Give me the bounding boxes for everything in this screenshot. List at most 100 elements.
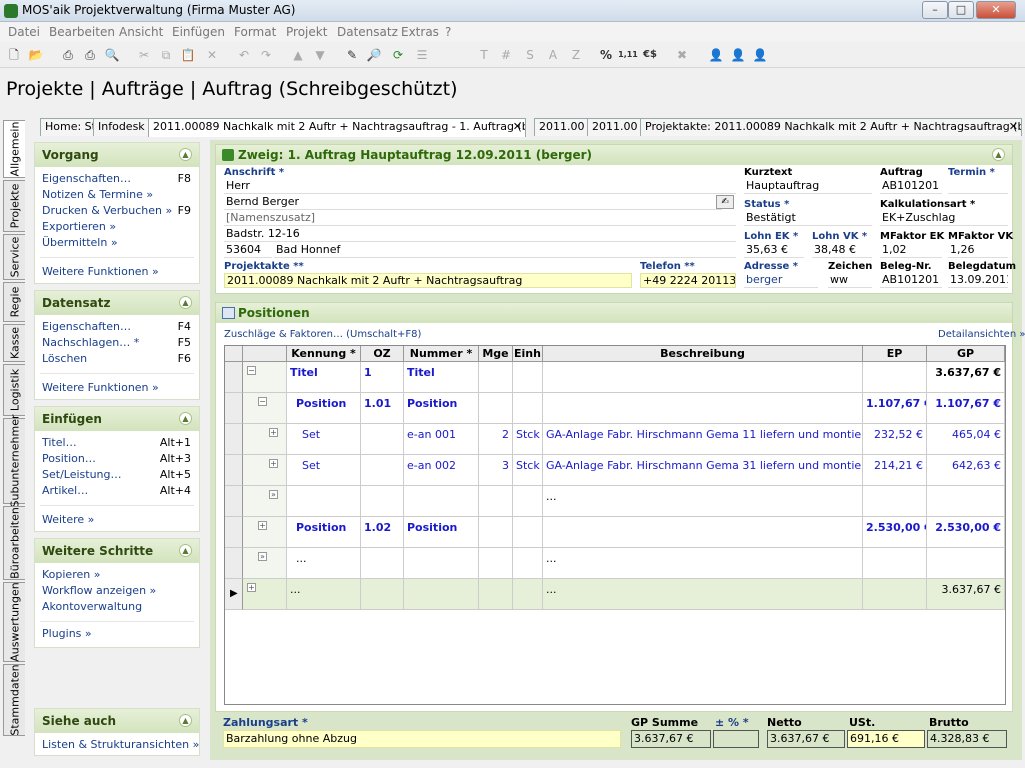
cell-nummer[interactable]: Position [404, 517, 479, 548]
cell-mge[interactable]: 3 [479, 455, 513, 486]
name-field[interactable]: Bernd Berger [224, 195, 722, 210]
panel-header[interactable]: Datensatz ▲ [35, 291, 199, 315]
cell-nummer[interactable]: e-an 001 [404, 424, 479, 455]
cell-ep[interactable] [863, 579, 927, 610]
cell-mge[interactable] [479, 393, 513, 424]
zahlungsart-field[interactable]: Barzahlung ohne Abzug [223, 730, 621, 748]
refresh-icon[interactable]: ⟳ [388, 45, 408, 65]
col-ep[interactable]: EP [863, 346, 927, 362]
mfaktor-ek-field[interactable]: 1,02 [880, 243, 942, 258]
cell-einh[interactable] [513, 548, 543, 579]
cell-beschreibung[interactable]: ... [543, 548, 863, 579]
vtab-subunternehmer[interactable]: Subunternehmer [3, 414, 25, 508]
row-indicator[interactable] [225, 424, 243, 455]
vtab-regie[interactable]: Regie [3, 282, 25, 322]
collapse-icon[interactable]: ▲ [179, 296, 192, 309]
zeichen-field[interactable]: ww [828, 273, 872, 288]
cell-ep[interactable]: 1.107,67 € [863, 393, 927, 424]
menu-projekt[interactable]: Projekt [286, 25, 327, 39]
vtab-auswertungen[interactable]: Auswertungen [3, 582, 25, 662]
col-kennung[interactable]: Kennung * [287, 346, 361, 362]
link-kopieren[interactable]: Kopieren » [42, 568, 100, 581]
new-document-icon[interactable]: 🗋 [4, 45, 24, 65]
cell-beschreibung[interactable]: GA-Anlage Fabr. Hirschmann Gema 31 liefe… [543, 455, 863, 486]
link-drucken[interactable]: Drucken & Verbuchen » [42, 204, 172, 217]
menu-bearbeiten[interactable]: Bearbeiten [49, 25, 115, 39]
cell-beschreibung[interactable] [543, 517, 863, 548]
cell-ep[interactable] [863, 486, 927, 517]
cell-gp[interactable] [927, 548, 1005, 579]
link-exportieren[interactable]: Exportieren » [42, 220, 116, 233]
cell-einh[interactable]: Stck [513, 455, 543, 486]
beleg-nr-field[interactable]: AB101201 [880, 273, 942, 288]
expand-node-icon[interactable]: + [269, 428, 278, 437]
telefon-field[interactable]: +49 2224 2011345 [640, 273, 736, 288]
cell-nummer[interactable] [404, 486, 479, 517]
lohn-vk-field[interactable]: 38,48 € [812, 243, 872, 258]
tab-close-icon[interactable]: ✕ [513, 119, 522, 135]
paste-icon[interactable]: 📋 [178, 45, 198, 65]
col-gp[interactable]: GP [927, 346, 1005, 362]
percent-icon[interactable]: % [596, 45, 616, 65]
link-weitere-funktionen[interactable]: Weitere Funktionen » [42, 265, 159, 278]
menu-ansicht[interactable]: Ansicht [119, 25, 163, 39]
vtab-projekte[interactable]: Projekte [3, 180, 25, 232]
vtab-stammdaten[interactable]: Stammdaten [3, 664, 25, 736]
cell-mge[interactable] [479, 579, 513, 610]
cell-oz[interactable] [361, 579, 404, 610]
move-down-icon[interactable]: ▼ [310, 45, 330, 65]
text-z-icon[interactable]: Z [566, 45, 586, 65]
tab-projektakte[interactable]: Projektakte: 2011.00089 Nachkalk mit 2 A… [640, 118, 1022, 136]
link-notizen[interactable]: Notizen & Termine » [42, 188, 153, 201]
panel-header[interactable]: Vorgang ▲ [35, 143, 199, 167]
row-indicator[interactable] [225, 548, 243, 579]
collapse-node-icon[interactable]: − [247, 366, 256, 375]
user-yellow-icon[interactable]: 👤 [728, 45, 748, 65]
copy-icon[interactable]: ⧉ [156, 45, 176, 65]
user-red-icon[interactable]: 👤 [750, 45, 770, 65]
cell-einh[interactable] [513, 362, 543, 393]
projektakte-field[interactable]: 2011.00089 Nachkalk mit 2 Auftr + Nachtr… [224, 273, 632, 288]
menu-format[interactable]: Format [234, 25, 276, 39]
tab-home[interactable]: Home: St [40, 118, 94, 136]
cell-kennung[interactable]: Position [287, 393, 361, 424]
col-beschreibung[interactable]: Beschreibung [543, 346, 863, 362]
collapse-icon[interactable]: ▲ [179, 412, 192, 425]
move-up-icon[interactable]: ▲ [288, 45, 308, 65]
link-weitere[interactable]: Weitere » [42, 513, 94, 526]
cell-beschreibung[interactable] [543, 393, 863, 424]
signature-icon[interactable]: ✍ [716, 195, 734, 209]
menu-help[interactable]: ? [445, 25, 451, 39]
link-akontoverwaltung[interactable]: Akontoverwaltung [42, 600, 142, 613]
link-listen[interactable]: Listen & Strukturansichten » [42, 738, 199, 751]
vtab-kasse[interactable]: Kasse [3, 324, 25, 362]
cell-mge[interactable] [479, 517, 513, 548]
panel-header[interactable]: Siehe auch ▲ [35, 709, 199, 733]
kurztext-field[interactable]: Hauptauftrag [744, 179, 872, 194]
cell-mge[interactable] [479, 548, 513, 579]
belegdatum-field[interactable]: 13.09.2011 [948, 273, 1008, 288]
minimize-button[interactable]: – [922, 1, 948, 19]
lohn-ek-field[interactable]: 35,63 € [744, 243, 804, 258]
cell-mge[interactable] [479, 486, 513, 517]
redo-icon[interactable]: ↷ [256, 45, 276, 65]
cut-icon[interactable]: ✂ [134, 45, 154, 65]
cell-nummer[interactable]: Titel [404, 362, 479, 393]
cell-gp[interactable]: 465,04 € [927, 424, 1005, 455]
cell-oz[interactable]: 1.02 [361, 517, 404, 548]
cell-kennung[interactable]: Set [287, 455, 361, 486]
expand-node-icon[interactable]: + [247, 583, 256, 592]
ort-field[interactable]: Bad Honnef [274, 243, 736, 258]
cell-oz[interactable]: 1.01 [361, 393, 404, 424]
user-blue-icon[interactable]: 👤 [706, 45, 726, 65]
anrede-field[interactable]: Herr [224, 179, 736, 194]
adresse-field[interactable]: berger [744, 273, 818, 288]
cell-gp[interactable]: 2.530,00 € [927, 517, 1005, 548]
mfaktor-vk-field[interactable]: 1,26 [948, 243, 1008, 258]
link-titel[interactable]: Titel… [42, 436, 77, 449]
cell-einh[interactable] [513, 486, 543, 517]
tab-auftrag[interactable]: 2011.00089 Nachkalk mit 2 Auftr + Nachtr… [148, 118, 526, 137]
cell-kennung[interactable]: ... [287, 579, 361, 610]
cell-gp[interactable]: 3.637,67 € [927, 579, 1005, 610]
namenszusatz-field[interactable]: [Namenszusatz] [224, 211, 736, 226]
